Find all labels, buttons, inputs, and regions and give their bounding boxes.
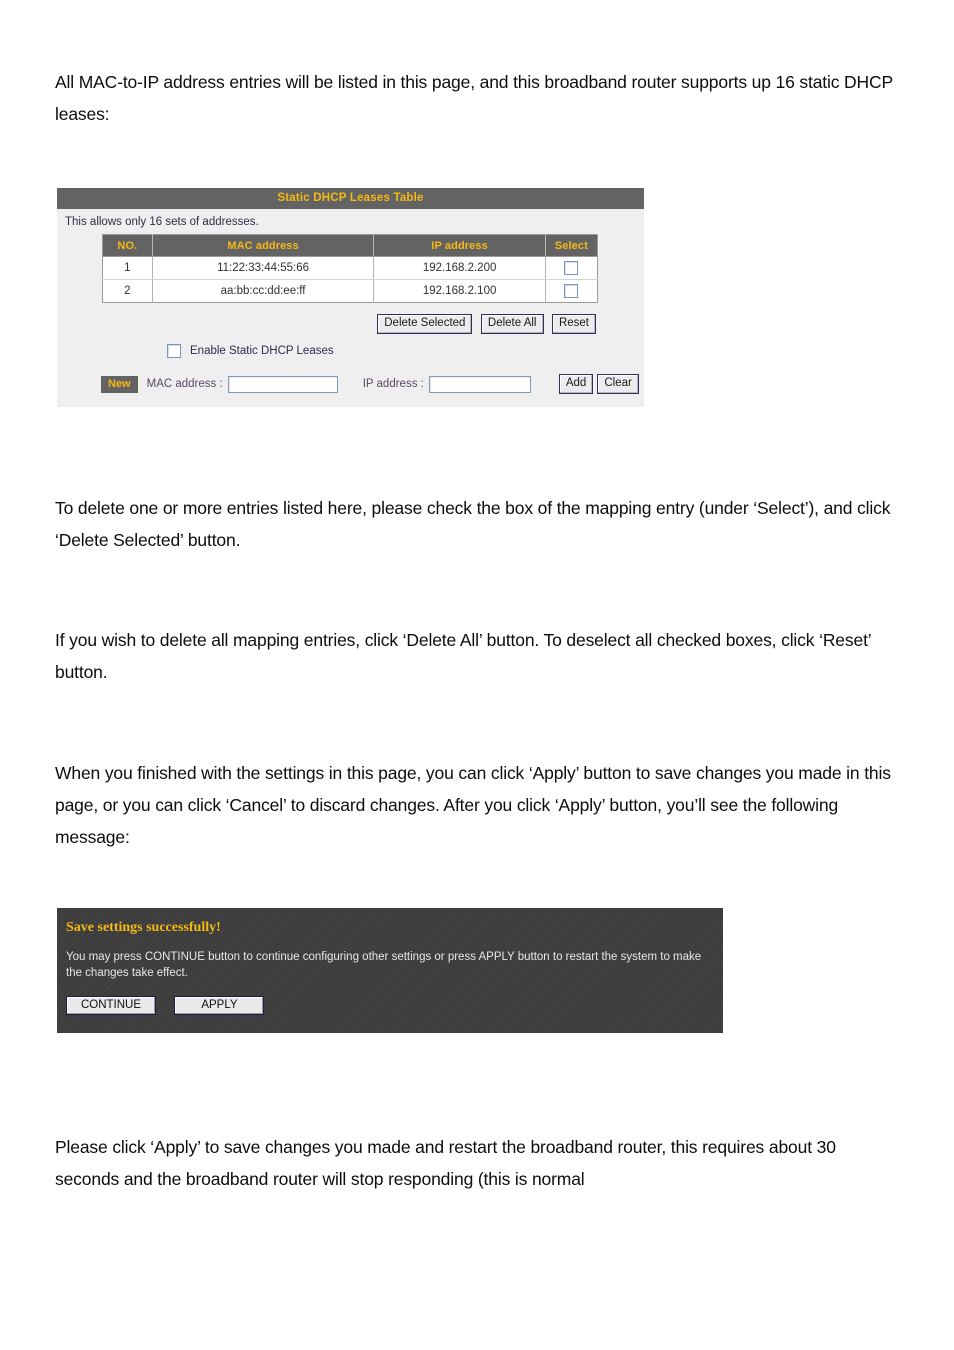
save-dialog-body: You may press CONTINUE button to continu… [66,951,702,979]
new-entry-row: New MAC address : IP address : Add Clear [57,358,644,407]
cell-ip: 192.168.2.200 [373,256,546,280]
table-row: 2 aa:bb:cc:dd:ee:ff 192.168.2.100 [102,279,598,303]
column-header-select: Select [545,234,598,257]
static-dhcp-leases-table: NO. MAC address IP address Select 1 11:2… [102,234,598,303]
paragraph-restart-notice: Please click ‘Apply’ to save changes you… [55,1136,836,1189]
table-row: 1 11:22:33:44:55:66 192.168.2.200 [102,256,598,280]
clear-button[interactable]: Clear [597,374,639,394]
mac-address-label: MAC address : [146,378,223,390]
enable-static-dhcp-row: Enable Static DHCP Leases [57,334,644,358]
cell-mac: aa:bb:cc:dd:ee:ff [152,279,375,303]
delete-selected-button[interactable]: Delete Selected [377,314,473,334]
column-header-mac: MAC address [152,234,375,257]
enable-static-dhcp-checkbox[interactable] [167,344,181,358]
paragraph-delete-entries: To delete one or more entries listed her… [55,497,891,550]
cell-select [545,279,598,303]
ip-address-label: IP address : [362,378,424,390]
panel-title: Static DHCP Leases Table [57,188,644,209]
continue-button[interactable]: CONTINUE [66,996,156,1015]
reset-button[interactable]: Reset [551,314,596,334]
add-button[interactable]: Add [558,374,594,394]
column-header-ip: IP address [373,234,546,257]
column-header-no: NO. [102,234,153,257]
enable-static-dhcp-label: Enable Static DHCP Leases [190,345,334,358]
cell-mac: 11:22:33:44:55:66 [152,256,375,280]
cell-no: 1 [102,256,153,280]
cell-no: 2 [102,279,153,303]
mac-address-input[interactable] [227,375,338,393]
paragraph-intro: All MAC-to-IP address entries will be li… [55,71,893,124]
new-badge: New [101,375,138,393]
cell-ip: 192.168.2.100 [373,279,546,303]
paragraph-delete-all: If you wish to delete all mapping entrie… [55,629,871,682]
delete-all-button[interactable]: Delete All [480,314,544,334]
panel-note: This allows only 16 sets of addresses. [65,216,259,228]
paragraph-apply-cancel: When you finished with the settings in t… [55,762,891,847]
apply-button[interactable]: APPLY [174,996,265,1015]
row-select-checkbox[interactable] [564,261,579,275]
cell-select [545,256,598,280]
static-dhcp-leases-panel: Static DHCP Leases Table This allows onl… [57,188,644,407]
save-settings-dialog: Save settings successfully! You may pres… [57,908,723,1033]
save-dialog-heading: Save settings successfully! [66,920,221,935]
ip-address-input[interactable] [428,375,531,393]
leases-table-container: NO. MAC address IP address Select 1 11:2… [57,234,644,303]
table-action-buttons: Delete Selected Delete All Reset [57,303,644,334]
row-select-checkbox[interactable] [564,284,579,298]
table-header-row: NO. MAC address IP address Select [102,234,598,257]
